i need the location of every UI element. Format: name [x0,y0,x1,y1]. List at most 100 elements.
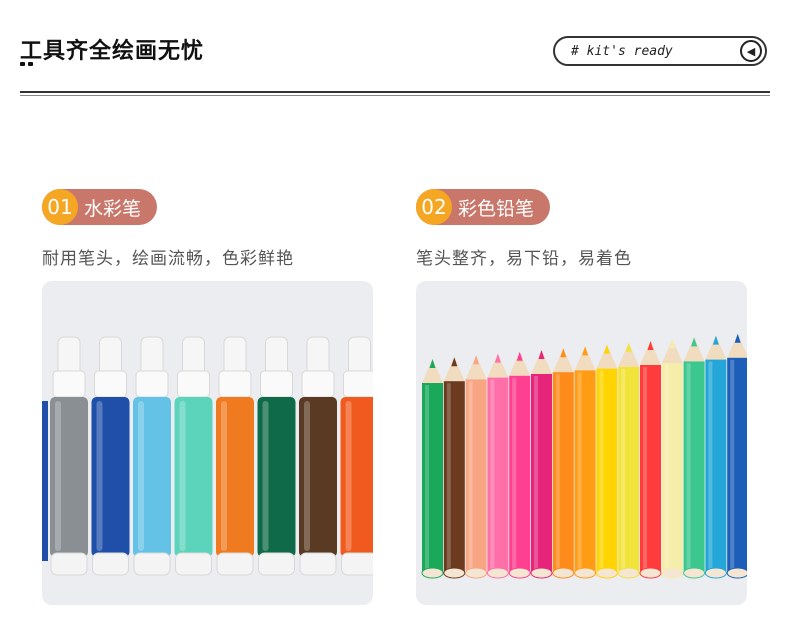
pencil-end [443,567,466,579]
pencil-lead [560,348,567,358]
pencil-lead [669,339,676,349]
marker-highlight [304,401,310,551]
pencil-lead [429,359,436,368]
pencil-end [595,567,618,579]
marker [50,336,88,576]
marker-highlight [221,401,227,551]
pencil-end [530,567,553,579]
marker-end [133,552,171,576]
pencil-highlight [555,374,560,571]
pencils-illustration [421,333,747,579]
marker-end [175,552,212,576]
marker-collar [260,370,293,398]
pencil [726,333,747,579]
pencil-end [617,567,640,579]
pencil-lead [712,335,719,345]
marker-collar [343,370,373,398]
marker-highlight [96,401,103,551]
marker-collar [52,370,86,398]
marker-highlight [138,401,144,551]
arrow-left-icon[interactable]: ◀ [740,40,762,62]
pencil-lead [625,342,632,352]
pencil [486,353,509,579]
section-label: 彩色铅笔 [458,197,535,220]
marker-end [92,552,129,576]
marker-highlight [179,401,186,551]
marker-body [340,397,373,557]
marker-highlight [345,401,352,551]
pencil-end [574,567,597,579]
section-label: 水彩笔 [84,197,142,220]
marker [133,336,171,576]
section-subtitle: 耐用笔头，绘画流畅，色彩鲜艳 [42,249,294,269]
marker-end [258,552,295,576]
pill-text: # kit's ready [571,43,673,59]
marker-collar [135,370,169,398]
markers-illustration [42,336,373,576]
pencil-lead [603,344,610,354]
pencil-highlight [664,365,669,571]
marker-end [299,552,337,576]
pencil-end [421,567,444,579]
marker [91,336,130,576]
pencil-body [727,357,747,573]
pencil [508,351,531,579]
page-title: 工具齐全绘画无忧 [20,39,205,64]
marker-edge [42,401,48,561]
pencil-lead [691,337,698,347]
kits-ready-pill[interactable]: # kit's ready ◀ [553,36,767,66]
pencil-lead [647,341,654,350]
pencil-highlight [708,361,713,571]
pencil [595,344,618,579]
pencil [421,359,444,579]
marker-highlight [55,401,61,551]
pencil-lead [582,346,589,356]
pencil-end [552,567,575,579]
pencil-highlight [512,377,517,571]
pencil-highlight [446,383,451,571]
marker-collar [94,370,127,398]
pencil-highlight [425,385,429,571]
pencil [465,355,488,579]
marker-end [216,552,254,576]
pencil-lead [473,355,480,365]
pencil-end [465,567,488,579]
header-divider [20,91,770,93]
section-subtitle: 笔头整齐，易下铅，易着色 [416,249,632,269]
pencil-lead [734,333,741,343]
pencil-highlight [468,381,473,571]
pencil-lead [516,351,523,361]
pencil-highlight [643,367,647,571]
marker-end [50,552,88,576]
pencil-highlight [599,370,604,571]
pencil-end [726,567,747,579]
section-number: 02 [416,189,452,225]
pencil-end [508,567,531,579]
pencil-lead [538,350,545,359]
marker-highlight [262,401,269,551]
section-number: 01 [42,189,78,225]
pencil-end [486,567,509,579]
pencil [704,335,727,579]
pencil [552,348,575,579]
header-divider-thin [20,95,770,96]
marker-collar [301,370,335,398]
pencil-highlight [686,363,691,571]
pencil-highlight [534,376,538,571]
pencil [574,346,597,579]
pencil-end [704,567,727,579]
marker-collar [218,370,252,398]
marker [299,336,337,576]
pencil-lead [494,353,501,363]
pencil-highlight [490,379,495,571]
section-badge-pencils: 02 彩色铅笔 [416,189,551,225]
pencil-end [639,567,662,579]
pencil-end [661,567,684,579]
pencil-highlight [621,368,626,571]
pencil [443,357,466,579]
marker-collar [177,370,210,398]
pencil [617,342,640,579]
pencil-highlight [730,359,735,571]
pencil [661,339,684,579]
markers-photo [42,281,373,605]
